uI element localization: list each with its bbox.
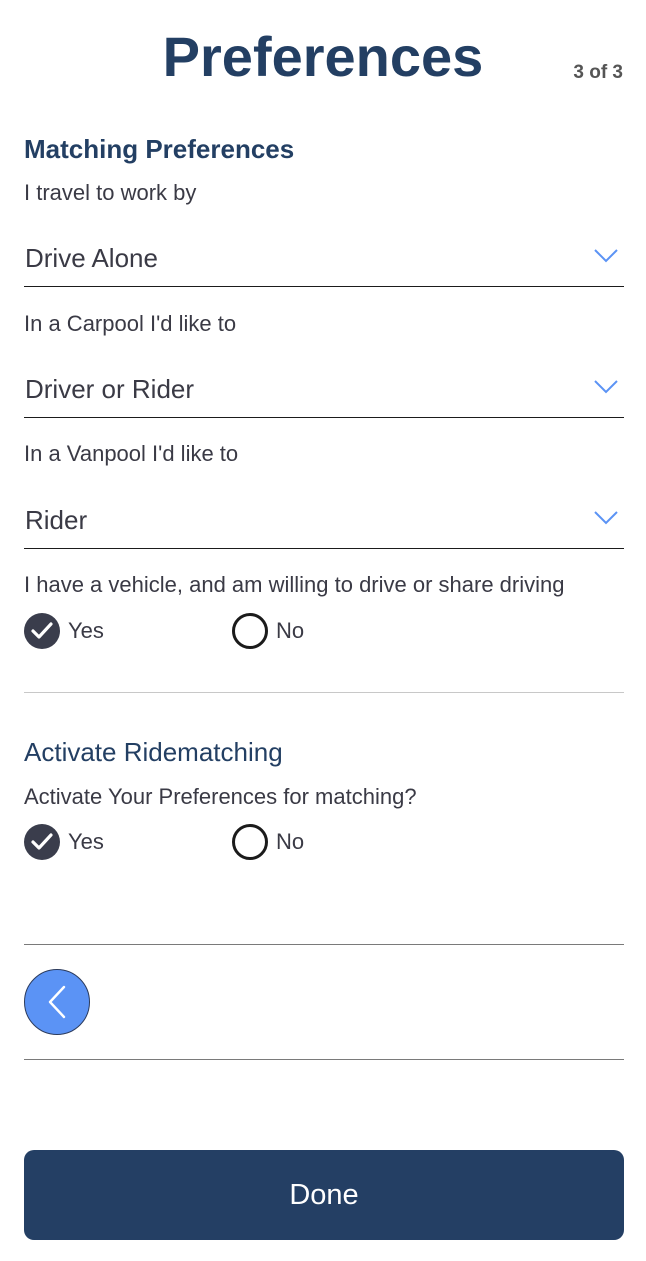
matching-preferences-heading: Matching Preferences bbox=[24, 134, 295, 164]
done-button[interactable]: Done bbox=[24, 1150, 624, 1240]
chevron-left-icon bbox=[48, 985, 66, 1019]
carpool-role-select[interactable]: Driver or Rider bbox=[24, 360, 624, 418]
travel-mode-label: I travel to work by bbox=[24, 180, 197, 205]
vehicle-question-label: I have a vehicle, and am willing to driv… bbox=[24, 572, 565, 597]
step-indicator: 3 of 3 bbox=[573, 62, 623, 83]
nav-divider-bottom bbox=[24, 1059, 624, 1060]
vanpool-role-label: In a Vanpool I'd like to bbox=[24, 441, 239, 466]
radio-checked-icon bbox=[24, 824, 60, 860]
vehicle-no-label: No bbox=[276, 618, 305, 643]
back-button[interactable] bbox=[24, 969, 90, 1035]
carpool-role-value: Driver or Rider bbox=[25, 374, 195, 404]
vehicle-yes-radio[interactable]: Yes bbox=[24, 612, 104, 650]
activate-ridematching-heading: Activate Ridematching bbox=[24, 737, 283, 767]
activate-no-label: No bbox=[276, 829, 305, 854]
activate-no-radio[interactable]: No bbox=[232, 823, 304, 861]
section-divider bbox=[24, 692, 624, 693]
carpool-role-label: In a Carpool I'd like to bbox=[24, 311, 237, 336]
radio-unchecked-icon bbox=[232, 613, 268, 649]
travel-mode-select[interactable]: Drive Alone bbox=[24, 229, 624, 287]
chevron-down-icon bbox=[594, 380, 618, 394]
activate-yes-radio[interactable]: Yes bbox=[24, 823, 104, 861]
activate-question-label: Activate Your Preferences for matching? bbox=[24, 784, 417, 809]
chevron-down-icon bbox=[594, 249, 618, 263]
vehicle-radio-group: Yes No bbox=[24, 612, 624, 650]
activate-radio-group: Yes No bbox=[24, 823, 624, 861]
page-title: Preferences bbox=[162, 25, 484, 88]
radio-checked-icon bbox=[24, 613, 60, 649]
check-icon bbox=[31, 622, 53, 639]
travel-mode-value: Drive Alone bbox=[25, 243, 158, 273]
nav-divider-top bbox=[24, 944, 624, 945]
vehicle-yes-label: Yes bbox=[68, 618, 104, 643]
vanpool-role-select[interactable]: Rider bbox=[24, 491, 624, 549]
activate-yes-label: Yes bbox=[68, 829, 104, 854]
check-icon bbox=[31, 833, 53, 850]
vehicle-no-radio[interactable]: No bbox=[232, 612, 304, 650]
chevron-down-icon bbox=[594, 511, 618, 525]
radio-unchecked-icon bbox=[232, 824, 268, 860]
vanpool-role-value: Rider bbox=[25, 505, 88, 535]
